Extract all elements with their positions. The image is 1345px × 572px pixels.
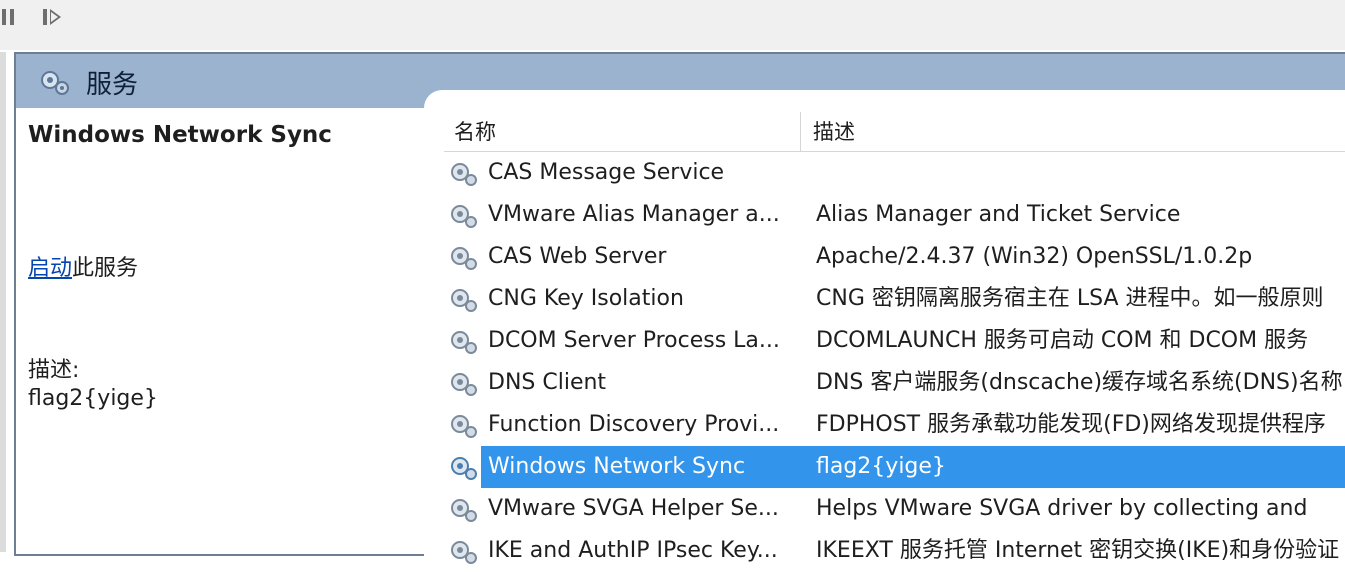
service-gear-icon: [451, 205, 477, 228]
service-description: IKEEXT 服务托管 Internet 密钥交换(IKE)和身份验证: [816, 538, 1340, 563]
service-name: IKE and AuthIP IPsec Key...: [488, 538, 778, 563]
service-name: DNS Client: [488, 370, 607, 395]
service-row-selected[interactable]: Windows Network Sync flag2{yige}: [424, 446, 1345, 488]
service-name: DCOM Server Process La...: [488, 328, 780, 353]
service-row[interactable]: VMware SVGA Helper Se... Helps VMware SV…: [424, 488, 1345, 530]
column-header-description[interactable]: 描述: [801, 112, 1345, 152]
window-title: 服务: [86, 70, 139, 100]
service-gear-icon: [451, 415, 477, 438]
service-description: Helps VMware SVGA driver by collecting a…: [816, 496, 1308, 521]
service-description: DCOMLAUNCH 服务可启动 COM 和 DCOM 服务: [816, 328, 1309, 353]
description-pane: Windows Network Sync 启动此服务 描述: flag2{yig…: [16, 108, 426, 554]
service-name: VMware SVGA Helper Se...: [488, 496, 779, 521]
service-description: CNG 密钥隔离服务宿主在 LSA 进程中。如一般原则: [816, 286, 1324, 311]
service-name: Windows Network Sync: [488, 454, 746, 479]
services-window: 服务 Windows Network Sync 启动此服务 描述: flag2{…: [0, 52, 1345, 564]
description-label: 描述:: [28, 358, 80, 383]
service-row[interactable]: CNG Key Isolation CNG 密钥隔离服务宿主在 LSA 进程中。…: [424, 278, 1345, 320]
service-action: 启动此服务: [28, 250, 138, 282]
service-row[interactable]: DNS Client DNS 客户端服务(dnscache)缓存域名系统(DNS…: [424, 362, 1345, 404]
service-gear-icon: [451, 457, 477, 480]
service-gear-icon: [451, 499, 477, 522]
service-description: Apache/2.4.37 (Win32) OpenSSL/1.0.2p: [816, 244, 1253, 269]
service-description: FDPHOST 服务承载功能发现(FD)网络发现提供程序: [816, 412, 1326, 437]
selected-service-name: Windows Network Sync: [28, 122, 332, 148]
toolbar: [0, 0, 1345, 50]
service-row[interactable]: DCOM Server Process La... DCOMLAUNCH 服务可…: [424, 320, 1345, 362]
service-description: DNS 客户端服务(dnscache)缓存域名系统(DNS)名称: [816, 370, 1343, 395]
service-description: flag2{yige}: [816, 454, 946, 479]
services-list: 名称 描述 CAS Message Service VMware Alias M…: [424, 90, 1345, 564]
pause-icon[interactable]: [0, 6, 22, 28]
service-gear-icon: [451, 331, 477, 354]
services-gear-icon: [41, 71, 69, 95]
column-header-name[interactable]: 名称: [444, 112, 801, 152]
service-row[interactable]: Function Discovery Provi... FDPHOST 服务承载…: [424, 404, 1345, 446]
service-row[interactable]: CAS Web Server Apache/2.4.37 (Win32) Ope…: [424, 236, 1345, 278]
service-gear-icon: [451, 373, 477, 396]
service-gear-icon: [451, 289, 477, 312]
service-name: CAS Web Server: [488, 244, 667, 269]
service-name: VMware Alias Manager a...: [488, 202, 780, 227]
service-row[interactable]: VMware Alias Manager a... Alias Manager …: [424, 194, 1345, 236]
service-gear-icon: [451, 163, 477, 186]
service-name: CAS Message Service: [488, 160, 725, 185]
service-name: Function Discovery Provi...: [488, 412, 780, 437]
resume-icon[interactable]: [40, 6, 62, 28]
service-gear-icon: [451, 247, 477, 270]
service-description: Alias Manager and Ticket Service: [816, 202, 1181, 227]
service-row[interactable]: IKE and AuthIP IPsec Key... IKEEXT 服务托管 …: [424, 530, 1345, 572]
service-gear-icon: [451, 541, 477, 564]
description-value: flag2{yige}: [28, 386, 158, 411]
start-service-link[interactable]: 启动: [28, 256, 72, 281]
service-row[interactable]: CAS Message Service: [424, 152, 1345, 194]
service-name: CNG Key Isolation: [488, 286, 684, 311]
start-service-suffix: 此服务: [72, 256, 139, 281]
